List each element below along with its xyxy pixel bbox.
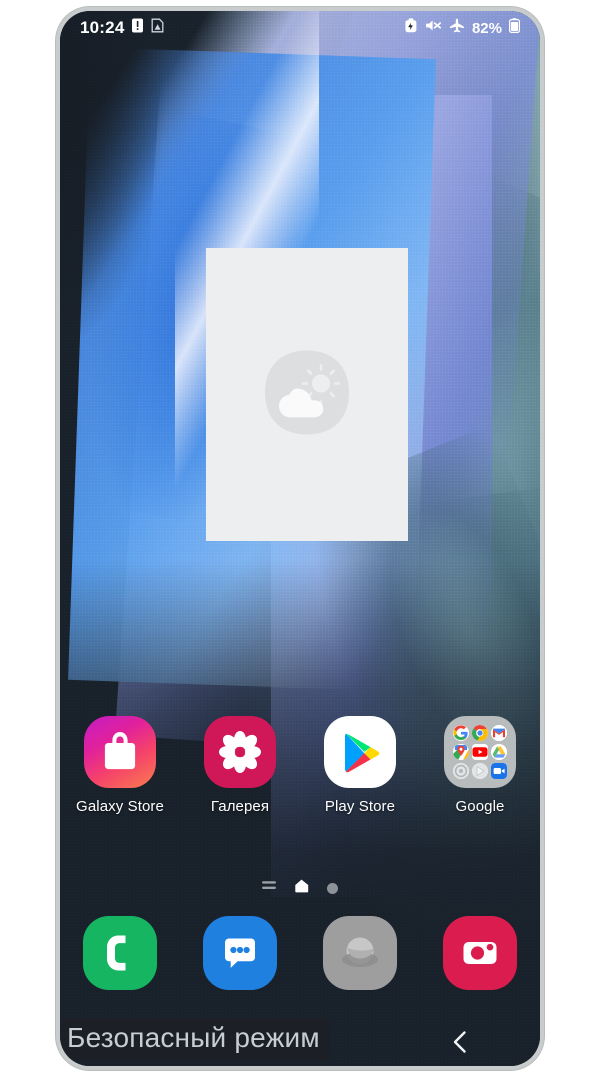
status-bar-left: 10:24 xyxy=(80,18,164,38)
back-icon xyxy=(450,1030,470,1059)
drive-icon xyxy=(490,743,507,760)
google-folder-icon[interactable] xyxy=(444,716,516,788)
clock: 10:24 xyxy=(80,18,125,37)
page-indicator xyxy=(60,877,540,899)
camera-icon[interactable] xyxy=(443,916,517,990)
dock-item-camera[interactable] xyxy=(420,916,540,990)
alert-icon xyxy=(131,18,144,38)
page-dot[interactable] xyxy=(327,882,338,894)
battery-icon xyxy=(509,18,521,38)
app-gallery[interactable]: Галерея xyxy=(180,716,300,815)
app-label: Google xyxy=(455,798,505,815)
internet-icon[interactable] xyxy=(323,916,397,990)
dock-item-internet[interactable] xyxy=(300,916,420,990)
dock-item-messages[interactable] xyxy=(180,916,300,990)
status-bar-right: 82% xyxy=(404,18,521,38)
weather-cloud-sun-icon xyxy=(259,344,355,445)
weather-widget[interactable] xyxy=(206,248,408,541)
gallery-icon[interactable] xyxy=(204,716,276,788)
dock xyxy=(60,916,540,990)
gmail-icon xyxy=(490,725,507,742)
app-list-page-icon[interactable] xyxy=(262,879,276,897)
app-label: Play Store xyxy=(324,798,396,815)
sim-card-alert-icon xyxy=(151,18,164,38)
phone-screen: 10:24 82% Galaxy Store Галерея Play Stor… xyxy=(60,11,540,1066)
airplane-mode-icon xyxy=(449,18,465,38)
nav-back-button[interactable] xyxy=(380,1030,540,1059)
play-movies-icon xyxy=(471,762,488,779)
app-play-store[interactable]: Play Store xyxy=(300,716,420,815)
safe-mode-toast: Безопасный режим xyxy=(61,1018,330,1060)
play-store-icon[interactable] xyxy=(324,716,396,788)
dock-item-phone[interactable] xyxy=(60,916,180,990)
status-bar: 10:24 82% xyxy=(60,11,540,45)
google-icon xyxy=(453,725,470,742)
app-grid: Galaxy Store Галерея Play Store Google xyxy=(60,716,540,815)
galaxy-store-icon[interactable] xyxy=(84,716,156,788)
battery-percent: 82% xyxy=(471,19,502,37)
app-label: Galaxy Store xyxy=(76,798,164,815)
app-google-folder[interactable]: Google xyxy=(420,716,540,815)
battery-saver-icon xyxy=(404,18,418,38)
maps-icon xyxy=(453,743,470,760)
sound-mute-icon xyxy=(425,18,442,38)
meet-icon xyxy=(490,762,507,779)
phone-frame: 10:24 82% Galaxy Store Галерея Play Stor… xyxy=(56,7,544,1070)
phone-icon[interactable] xyxy=(83,916,157,990)
youtube-icon xyxy=(471,743,488,760)
messages-icon[interactable] xyxy=(203,916,277,990)
photos-icon xyxy=(453,762,470,779)
chrome-icon xyxy=(471,725,488,742)
app-galaxy-store[interactable]: Galaxy Store xyxy=(60,716,180,815)
home-page-icon[interactable] xyxy=(294,879,309,898)
folder-grid xyxy=(453,725,507,779)
app-label: Галерея xyxy=(210,798,270,815)
